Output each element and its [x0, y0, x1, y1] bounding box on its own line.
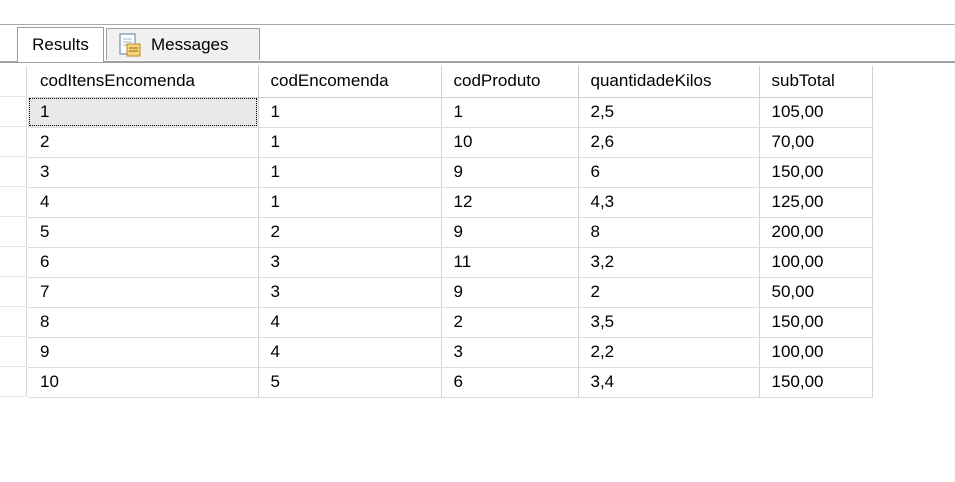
row-header[interactable] [0, 187, 27, 217]
row-header-gutter [0, 66, 28, 482]
row-header[interactable] [0, 217, 27, 247]
table-row[interactable]: 1 1 1 2,5 105,00 [28, 97, 873, 128]
table-cell[interactable]: 2,5 [578, 97, 760, 128]
table-cell[interactable]: 3 [28, 157, 259, 188]
table-cell[interactable]: 5 [28, 217, 259, 248]
column-header[interactable]: subTotal [759, 66, 873, 98]
table-cell[interactable]: 3 [441, 337, 579, 368]
column-header[interactable]: codProduto [441, 66, 579, 98]
table-cell[interactable]: 10 [441, 127, 579, 158]
row-header[interactable] [0, 97, 27, 127]
table-cell[interactable]: 1 [258, 127, 442, 158]
table-cell[interactable]: 9 [28, 337, 259, 368]
table-cell[interactable]: 1 [258, 157, 442, 188]
row-header[interactable] [0, 367, 27, 397]
table-cell[interactable]: 3,5 [578, 307, 760, 338]
document-icon [117, 32, 143, 58]
table-cell[interactable]: 2 [441, 307, 579, 338]
table-cell[interactable]: 2 [28, 127, 259, 158]
table-cell[interactable]: 4 [258, 307, 442, 338]
results-table: codItensEncomenda codEncomenda codProdut… [28, 66, 873, 398]
table-cell[interactable]: 2 [578, 277, 760, 308]
row-header[interactable] [0, 157, 27, 187]
table-cell[interactable]: 7 [28, 277, 259, 308]
row-header[interactable] [0, 247, 27, 277]
table-cell[interactable]: 3 [258, 247, 442, 278]
table-cell[interactable]: 9 [441, 277, 579, 308]
table-cell[interactable]: 1 [258, 187, 442, 218]
table-cell[interactable]: 9 [441, 217, 579, 248]
table-cell[interactable]: 70,00 [759, 127, 873, 158]
table-cell[interactable]: 3 [258, 277, 442, 308]
row-header[interactable] [0, 307, 27, 337]
table-row[interactable]: 10 5 6 3,4 150,00 [28, 367, 873, 398]
column-header[interactable]: codItensEncomenda [28, 66, 259, 98]
table-cell[interactable]: 1 [258, 97, 442, 128]
corner-header[interactable] [0, 66, 27, 97]
table-cell[interactable]: 5 [258, 367, 442, 398]
table-row[interactable]: 6 3 11 3,2 100,00 [28, 247, 873, 278]
tab-results[interactable]: Results [17, 27, 104, 62]
table-cell[interactable]: 6 [441, 367, 579, 398]
tab-messages-label: Messages [151, 34, 229, 54]
table-cell[interactable]: 50,00 [759, 277, 873, 308]
results-grid[interactable]: codItensEncomenda codEncomenda codProdut… [0, 66, 955, 482]
table-cell[interactable]: 125,00 [759, 187, 873, 218]
tabstrip-divider [0, 61, 955, 63]
table-row[interactable]: 5 2 9 8 200,00 [28, 217, 873, 248]
tab-results-label: Results [32, 35, 89, 54]
table-row[interactable]: 2 1 10 2,6 70,00 [28, 127, 873, 158]
table-cell[interactable]: 2 [258, 217, 442, 248]
table-cell[interactable]: 100,00 [759, 337, 873, 368]
table-cell[interactable]: 6 [28, 247, 259, 278]
table-cell[interactable]: 8 [578, 217, 760, 248]
table-row[interactable]: 9 4 3 2,2 100,00 [28, 337, 873, 368]
table-cell[interactable]: 100,00 [759, 247, 873, 278]
table-cell[interactable]: 3,2 [578, 247, 760, 278]
table-cell[interactable]: 11 [441, 247, 579, 278]
table-cell[interactable]: 150,00 [759, 367, 873, 398]
table-cell[interactable]: 1 [28, 97, 259, 128]
table-cell[interactable]: 150,00 [759, 307, 873, 338]
column-header[interactable]: quantidadeKilos [578, 66, 760, 98]
table-row[interactable]: 8 4 2 3,5 150,00 [28, 307, 873, 338]
table-cell[interactable]: 10 [28, 367, 259, 398]
table-cell[interactable]: 150,00 [759, 157, 873, 188]
table-cell[interactable]: 12 [441, 187, 579, 218]
table-cell[interactable]: 1 [441, 97, 579, 128]
table-cell[interactable]: 6 [578, 157, 760, 188]
row-header[interactable] [0, 277, 27, 307]
row-header[interactable] [0, 127, 27, 157]
column-header[interactable]: codEncomenda [258, 66, 442, 98]
table-cell[interactable]: 4 [258, 337, 442, 368]
table-cell[interactable]: 2,2 [578, 337, 760, 368]
table-cell[interactable]: 4,3 [578, 187, 760, 218]
table-cell[interactable]: 8 [28, 307, 259, 338]
table-cell[interactable]: 4 [28, 187, 259, 218]
table-row[interactable]: 4 1 12 4,3 125,00 [28, 187, 873, 218]
table-cell[interactable]: 105,00 [759, 97, 873, 128]
table-cell[interactable]: 9 [441, 157, 579, 188]
tab-messages[interactable]: Messages [106, 28, 260, 60]
table-cell[interactable]: 3,4 [578, 367, 760, 398]
table-row[interactable]: 3 1 9 6 150,00 [28, 157, 873, 188]
row-header[interactable] [0, 337, 27, 367]
table-row[interactable]: 7 3 9 2 50,00 [28, 277, 873, 308]
header-row: codItensEncomenda codEncomenda codProdut… [28, 66, 873, 98]
table-cell[interactable]: 200,00 [759, 217, 873, 248]
table-cell[interactable]: 2,6 [578, 127, 760, 158]
